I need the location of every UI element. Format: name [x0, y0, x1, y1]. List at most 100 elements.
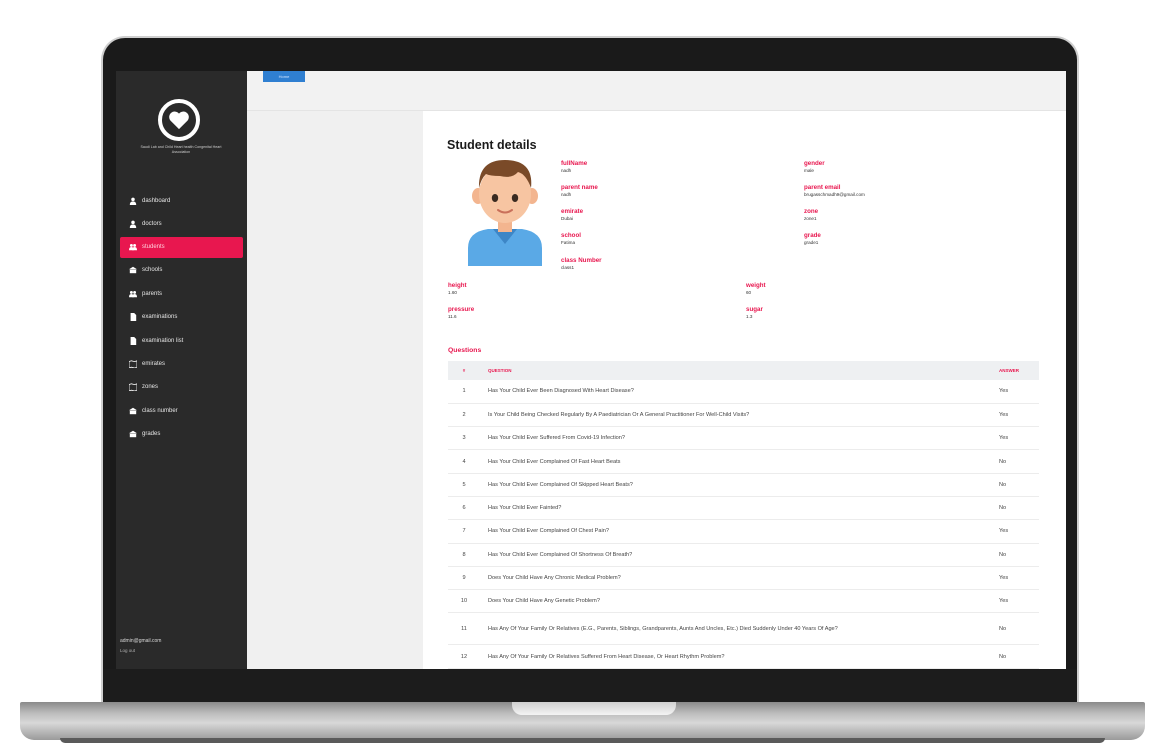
user-email: admin@gmail.com — [120, 638, 162, 644]
heart-icon[interactable] — [158, 99, 200, 141]
question-answer: No — [991, 644, 1039, 669]
height-field: height 1.60 — [448, 282, 467, 296]
parent-email-label: parent email — [804, 184, 841, 191]
table-row: 3 Has Your Child Ever Suffered From Covid… — [448, 426, 1039, 451]
file-icon — [128, 336, 137, 345]
question-number: 5 — [448, 473, 480, 497]
question-text: Has Your Child Ever Complained Of Fast H… — [480, 449, 991, 474]
sidebar-item-label: zones — [142, 384, 159, 391]
laptop-mockup: Saudi Lab and Child Heart health Congeni… — [0, 0, 1165, 745]
table-row: 10 Does Your Child Have Any Genetic Probl… — [448, 589, 1039, 614]
emirate-value: Dubai — [561, 216, 574, 221]
class-number-field: class Number class1 — [561, 257, 602, 271]
question-answer: No — [991, 449, 1039, 474]
class-number-value: class1 — [561, 265, 575, 270]
table-row: 1 Has Your Child Ever Been Diagnosed With… — [448, 380, 1039, 404]
users-icon — [128, 290, 137, 298]
school-label: school — [561, 232, 581, 239]
school-field: school Fatima — [561, 232, 581, 246]
logout-link[interactable]: Log out — [120, 648, 135, 653]
sidebar-item-label: dashboard — [142, 197, 171, 204]
sidebar-item-dashboard[interactable]: dashboard — [116, 189, 247, 212]
logo-subtitle: Saudi Lab and Child Heart health Congeni… — [140, 145, 222, 154]
question-text: Has Your Child Ever Complained Of Shortn… — [480, 543, 991, 567]
question-answer: No — [991, 612, 1039, 646]
table-row: 8 Has Your Child Ever Complained Of Short… — [448, 543, 1039, 567]
question-answer: Yes — [991, 566, 1039, 591]
class-number-label: class Number — [561, 257, 602, 264]
question-answer: Yes — [991, 380, 1039, 404]
sugar-label: sugar — [746, 306, 763, 313]
fullname-field: fullName nadh — [561, 160, 587, 174]
sidebar-item-emirates[interactable]: emirates — [116, 352, 247, 375]
sidebar-item-examination-list[interactable]: examination list — [116, 329, 247, 352]
gender-field: gender male — [804, 160, 825, 174]
grade-label: grade — [804, 232, 821, 239]
top-bar: Home — [247, 71, 1066, 111]
sidebar-nav: dashboard doctors students schools parents ex… — [116, 189, 247, 446]
map-icon — [128, 360, 137, 369]
question-text: Has Your Child Ever Been Diagnosed With … — [480, 380, 991, 404]
question-text: Is Your Child Being Checked Regularly By… — [480, 403, 991, 428]
zone-label: zone — [804, 208, 819, 215]
file-icon — [128, 313, 137, 322]
map-icon — [128, 383, 137, 392]
user-icon — [128, 197, 137, 205]
parent-name-value: nadh — [561, 192, 572, 197]
question-answer: No — [991, 543, 1039, 567]
weight-label: weight — [746, 282, 766, 289]
height-value: 1.60 — [448, 290, 457, 295]
grade-field: grade grade1 — [804, 232, 821, 246]
pressure-field: pressure 11.6 — [448, 306, 474, 320]
pressure-value: 11.6 — [448, 314, 457, 319]
zone-value: zone1 — [804, 216, 817, 221]
question-text: Has Your Child Ever Fainted? — [480, 496, 991, 521]
page-title: Student details — [447, 138, 537, 152]
sidebar-item-parents[interactable]: parents — [116, 282, 247, 305]
question-text: Has Your Child Ever Suffered From Covid-… — [480, 426, 991, 451]
school-icon — [128, 430, 137, 438]
sidebar-item-label: students — [142, 244, 165, 251]
sidebar-item-schools[interactable]: schools — [116, 259, 247, 282]
question-text: Has Any Of Your Family Or Relatives (E.G… — [480, 612, 991, 646]
parent-name-field: parent name nadh — [561, 184, 598, 198]
sidebar-item-zones[interactable]: zones — [116, 376, 247, 399]
sidebar-item-label: class number — [142, 407, 178, 414]
users-icon — [128, 243, 137, 251]
emirate-field: emirate Dubai — [561, 208, 583, 222]
sidebar-item-label: parents — [142, 290, 163, 297]
sidebar-item-class-number[interactable]: class number — [116, 399, 247, 422]
table-row: 5 Has Your Child Ever Complained Of Skipp… — [448, 473, 1039, 497]
questions-heading: Questions — [448, 347, 482, 354]
pressure-label: pressure — [448, 306, 475, 313]
column-header-answer: ANSWER — [991, 361, 1039, 380]
emirate-label: emirate — [561, 208, 584, 215]
table-row: 12 Has Any Of Your Family Or Relatives Su… — [448, 644, 1039, 669]
table-row: 4 Has Your Child Ever Complained Of Fast … — [448, 449, 1039, 474]
fullname-label: fullName — [561, 160, 588, 167]
school-icon — [128, 407, 137, 415]
sidebar-item-examinations[interactable]: examinations — [116, 306, 247, 329]
question-number: 4 — [448, 449, 480, 474]
home-tab[interactable]: Home — [263, 71, 305, 82]
question-number: 3 — [448, 426, 480, 451]
question-number: 10 — [448, 589, 480, 614]
question-answer: Yes — [991, 426, 1039, 451]
sidebar-item-doctors[interactable]: doctors — [116, 212, 247, 235]
parent-email-field: parent email brugasschmadh9@gmail.com — [804, 184, 865, 198]
user-icon — [128, 220, 137, 229]
question-answer: Yes — [991, 589, 1039, 614]
weight-value: 60 — [746, 290, 752, 295]
sidebar-item-grades[interactable]: grades — [116, 423, 247, 446]
sidebar-item-students[interactable]: students — [120, 236, 243, 258]
question-number: 7 — [448, 519, 480, 544]
table-row: 6 Has Your Child Ever Fainted? No — [448, 496, 1039, 521]
zone-field: zone zone1 — [804, 208, 818, 222]
sidebar-item-label: emirates — [142, 361, 166, 368]
height-label: height — [448, 282, 467, 289]
question-text: Does Your Child Have Any Chronic Medical… — [480, 566, 991, 591]
question-answer: No — [991, 473, 1039, 497]
column-header-question: QUESTION — [480, 361, 991, 380]
table-row: 9 Does Your Child Have Any Chronic Medica… — [448, 566, 1039, 591]
sidebar-item-label: examination list — [142, 337, 184, 344]
